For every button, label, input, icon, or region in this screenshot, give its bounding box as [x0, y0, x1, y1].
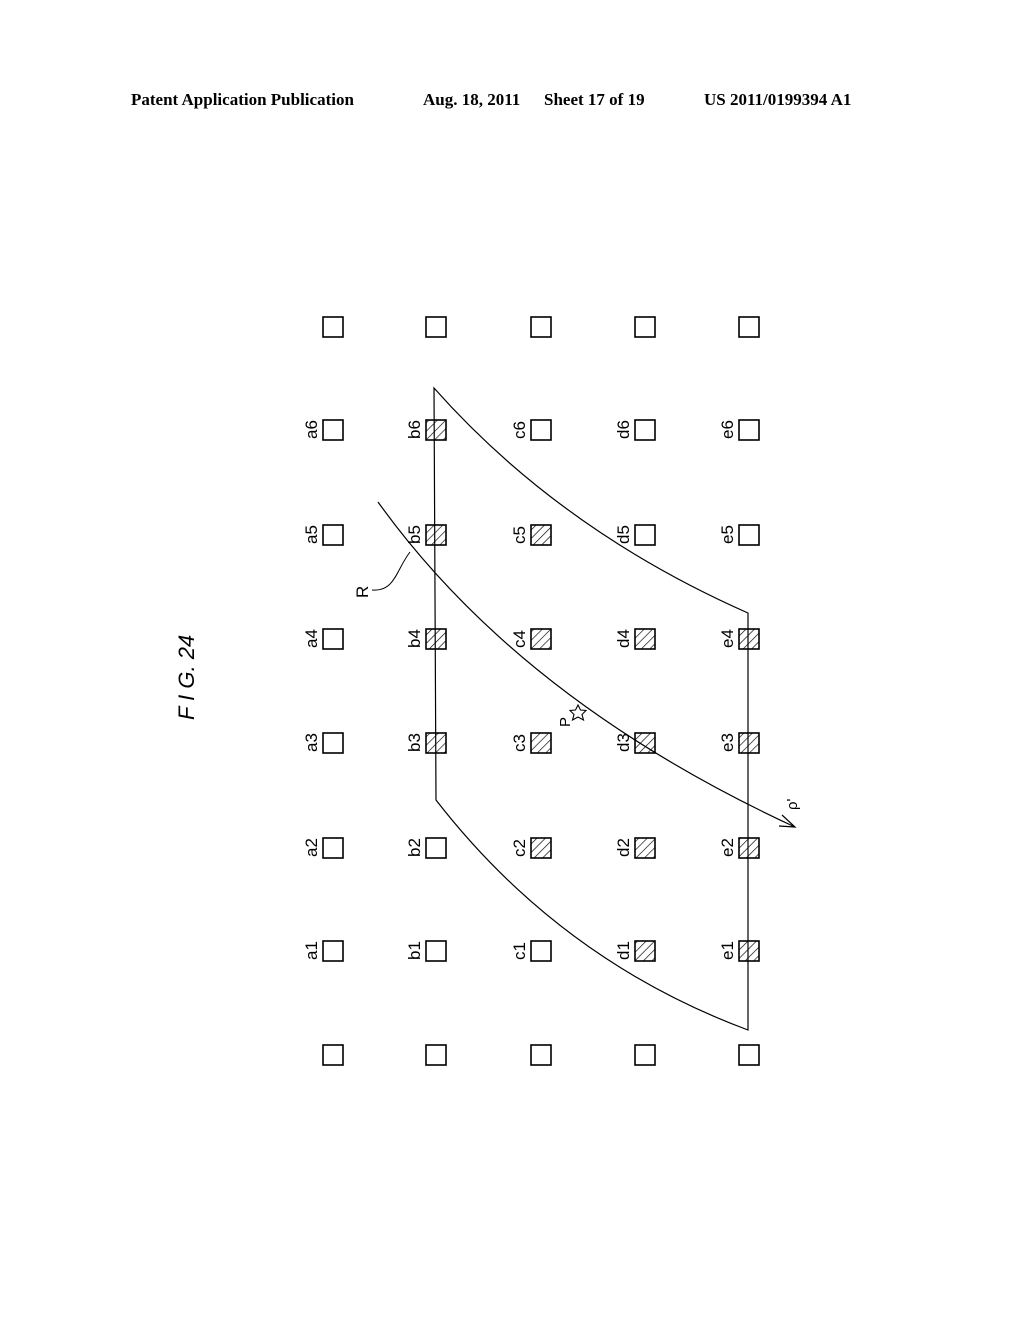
- grid-cell-a6: [322, 419, 344, 441]
- grid-cell-bottom-d: [634, 1044, 656, 1066]
- cell-label-b3: b3: [405, 733, 424, 752]
- cell-label-c3: c3: [510, 734, 529, 752]
- grid-cell-e3: [738, 732, 760, 754]
- grid-cell-top-e: [738, 316, 760, 338]
- grid-cell-bottom-b: [425, 1044, 447, 1066]
- grid-cell-a4: [322, 628, 344, 650]
- cell-label-e4: e4: [718, 629, 737, 648]
- grid-cell-bottom-c: [530, 1044, 552, 1066]
- grid-cell-c4: [530, 628, 552, 650]
- sensor-grid: a6 b6 c6 d6 e6a5 b5 c5 d5 e5a4 b4 c4 d4 e4a3 b3 c3 d3 e3…: [302, 316, 760, 1066]
- grid-cell-e5: [738, 524, 760, 546]
- grid-cell-bottom-a: [322, 1044, 344, 1066]
- figure-label: F I G. 24: [174, 635, 199, 720]
- grid-cell-e6: [738, 419, 760, 441]
- cell-label-d1: d1: [614, 941, 633, 960]
- grid-cell-top-b: [425, 316, 447, 338]
- grid-cell-d5: [634, 524, 656, 546]
- arrow-label-rho: ρ': [784, 798, 801, 810]
- grid-cell-b6: [425, 419, 447, 441]
- grid-cell-d1: [634, 940, 656, 962]
- grid-cell-bottom-e: [738, 1044, 760, 1066]
- cell-label-c6: c6: [510, 421, 529, 439]
- cell-label-a4: a4: [302, 629, 321, 648]
- cell-label-b2: b2: [405, 838, 424, 857]
- cell-label-c4: c4: [510, 630, 529, 648]
- cell-label-a6: a6: [302, 420, 321, 439]
- grid-cell-a5: [322, 524, 344, 546]
- cell-label-e6: e6: [718, 420, 737, 439]
- cell-label-d4: d4: [614, 629, 633, 648]
- grid-cell-top-d: [634, 316, 656, 338]
- grid-cell-e4: [738, 628, 760, 650]
- cell-label-a2: a2: [302, 838, 321, 857]
- cell-label-a3: a3: [302, 733, 321, 752]
- grid-cell-c6: [530, 419, 552, 441]
- cell-label-e3: e3: [718, 733, 737, 752]
- cell-label-b6: b6: [405, 420, 424, 439]
- cell-label-d5: d5: [614, 525, 633, 544]
- grid-cell-c3: [530, 732, 552, 754]
- cell-label-e1: e1: [718, 941, 737, 960]
- leader-line: [371, 551, 411, 591]
- grid-cell-c2: [530, 837, 552, 859]
- cell-label-d2: d2: [614, 838, 633, 857]
- grid-cell-a1: [322, 940, 344, 962]
- grid-cell-top-c: [530, 316, 552, 338]
- cell-label-d6: d6: [614, 420, 633, 439]
- cell-label-a1: a1: [302, 941, 321, 960]
- cell-label-c1: c1: [510, 942, 529, 960]
- grid-cell-b4: [425, 628, 447, 650]
- cell-label-c5: c5: [510, 526, 529, 544]
- grid-cell-c1: [530, 940, 552, 962]
- grid-cell-d6: [634, 419, 656, 441]
- grid-cell-e2: [738, 837, 760, 859]
- grid-cell-b2: [425, 837, 447, 859]
- cell-label-c2: c2: [510, 839, 529, 857]
- grid-cell-e1: [738, 940, 760, 962]
- cell-label-d3: d3: [614, 733, 633, 752]
- cell-label-a5: a5: [302, 525, 321, 544]
- point-label-p: P: [557, 717, 574, 727]
- grid-cell-d2: [634, 837, 656, 859]
- grid-cell-a2: [322, 837, 344, 859]
- grid-cell-b1: [425, 940, 447, 962]
- figure-24-diagram: F I G. 24 a6 b6 c6 d6 e6a5 b5 c5 d5 e5a4 b4 c4 d4 e4…: [174, 316, 801, 1066]
- cell-label-b4: b4: [405, 629, 424, 648]
- grid-cell-top-a: [322, 316, 344, 338]
- region-boundary: [433, 386, 749, 1031]
- grid-cell-d4: [634, 628, 656, 650]
- trajectory-curve-r: [377, 501, 796, 828]
- cell-label-e2: e2: [718, 838, 737, 857]
- cell-label-b1: b1: [405, 941, 424, 960]
- curve-label-r: R: [353, 586, 372, 598]
- grid-cell-a3: [322, 732, 344, 754]
- grid-cell-b5: [425, 524, 447, 546]
- cell-label-e5: e5: [718, 525, 737, 544]
- grid-cell-c5: [530, 524, 552, 546]
